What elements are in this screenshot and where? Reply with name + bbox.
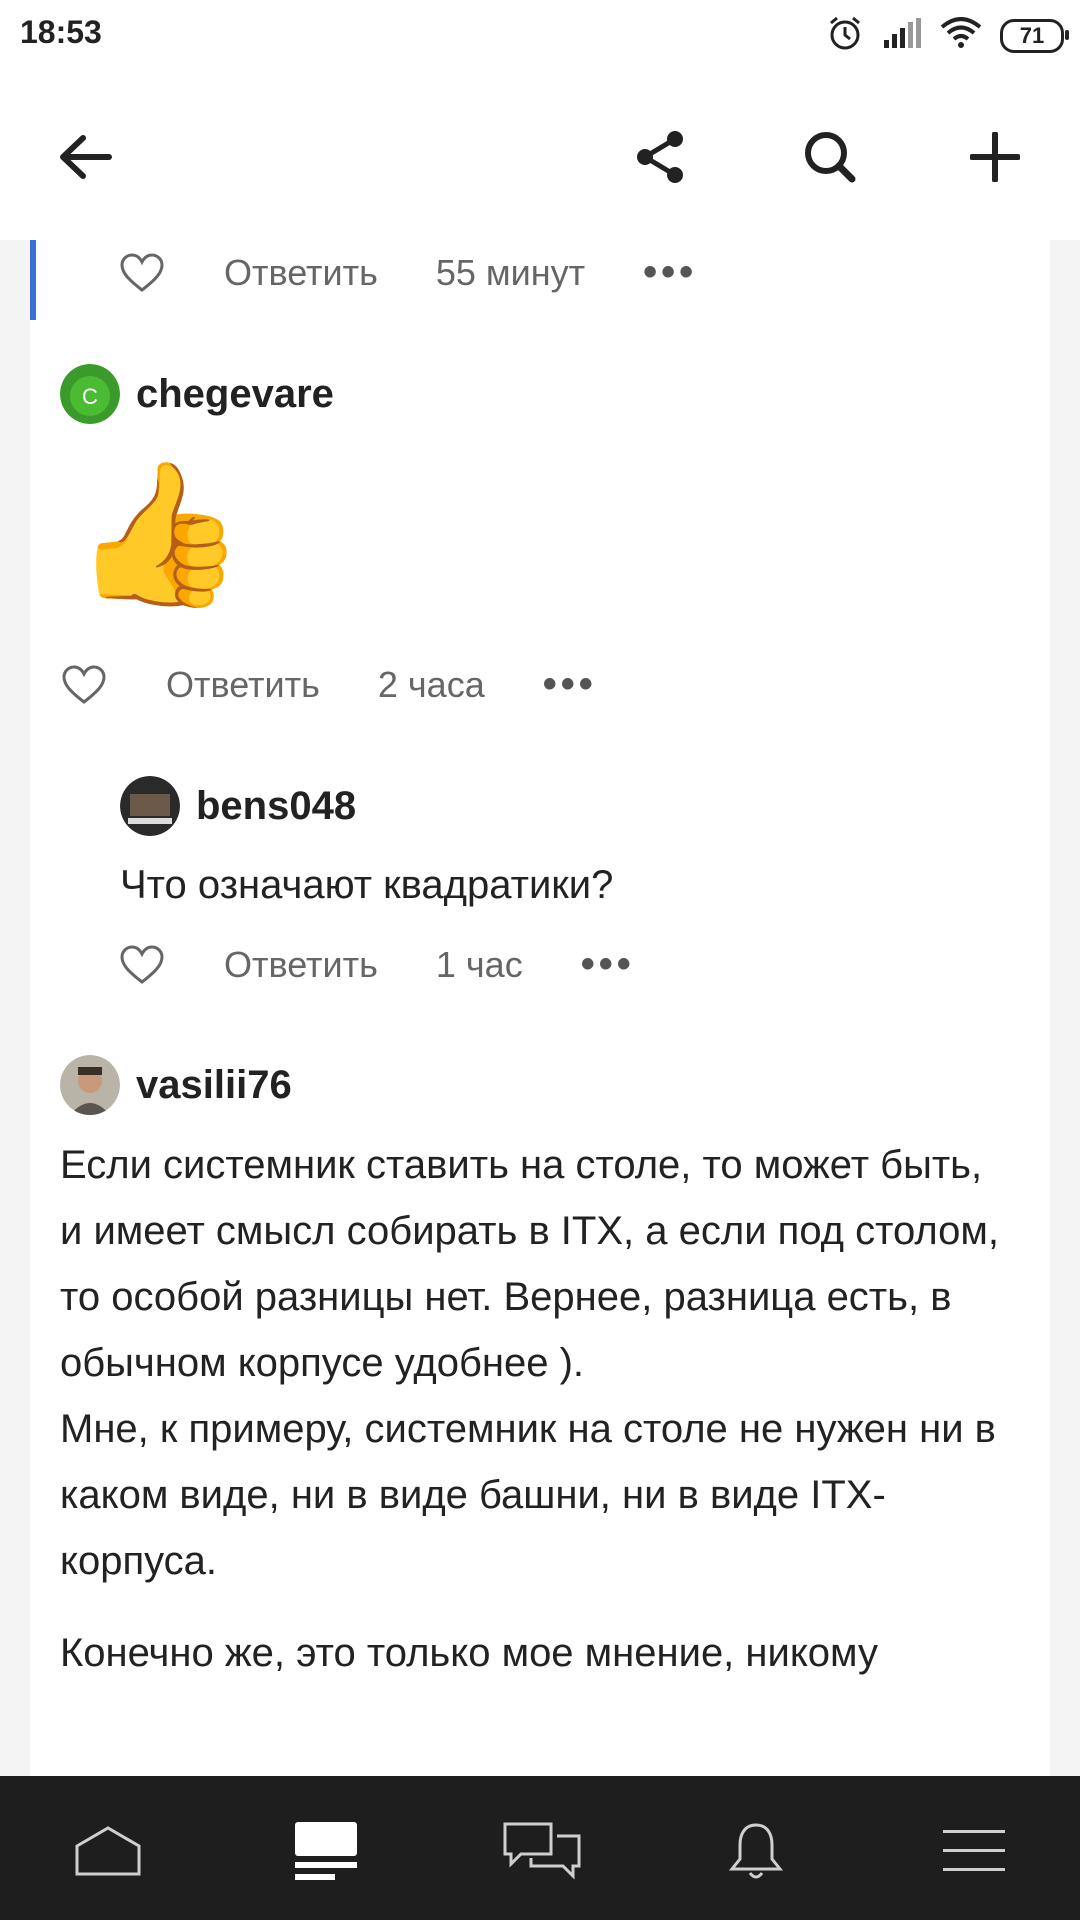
status-icons: 71 [826,14,1069,57]
thumbs-up-emoji: 👍 [72,455,247,612]
comments-feed[interactable]: Ответить 55 минут ••• C chegevare 👍 Отве… [0,240,1080,1776]
comment-text: Что означают квадратики? [120,863,614,907]
plus-icon[interactable] [960,122,1030,192]
comment-text: Если системник ставить на столе, то може… [60,1132,1010,1686]
bell-icon[interactable] [708,1816,804,1886]
reply-button[interactable]: Ответить [224,252,378,294]
comment-paragraph: Если системник ставить на столе, то може… [60,1143,1000,1385]
heart-icon[interactable] [60,664,108,706]
comment-actions: Ответить 55 минут ••• [118,250,697,295]
alarm-icon [826,14,864,57]
svg-text:C: C [82,384,98,409]
thread-indicator [30,240,36,320]
reply-button[interactable]: Ответить [224,944,378,986]
reply-button[interactable]: Ответить [166,664,320,706]
avatar[interactable] [120,776,180,836]
comment-time: 55 минут [435,251,586,293]
signal-icon [882,18,922,53]
heart-icon[interactable] [118,252,166,294]
back-arrow-icon[interactable] [50,122,120,192]
heart-icon[interactable] [118,944,166,986]
username[interactable]: chegevare [136,372,334,417]
bottom-navigation [0,1776,1080,1920]
menu-icon[interactable] [926,1816,1022,1886]
feed-icon[interactable] [278,1816,374,1886]
more-icon[interactable]: ••• [581,942,635,987]
wifi-icon [940,17,982,54]
search-icon[interactable] [795,122,865,192]
username[interactable]: vasilii76 [136,1063,292,1108]
share-icon[interactable] [625,122,695,192]
comment-actions: Ответить 2 часа ••• [60,662,597,707]
battery-icon: 71 [1000,18,1069,53]
comment-author[interactable]: bens048 [120,776,356,836]
home-icon[interactable] [60,1816,156,1886]
comment-paragraph: Мне, к примеру, системник на столе не ну… [60,1407,996,1583]
avatar[interactable] [60,1055,120,1115]
comment-paragraph: Конечно же, это только мое мнение, ником… [60,1631,878,1675]
chat-icon[interactable] [494,1816,590,1886]
more-icon[interactable]: ••• [643,250,697,295]
comment-author[interactable]: C chegevare [60,364,334,424]
app-bar [0,72,1080,240]
status-bar: 18:53 71 [0,0,1080,72]
comment-actions: Ответить 1 час ••• [118,942,635,987]
comment-author[interactable]: vasilii76 [60,1055,292,1115]
status-time: 18:53 [20,14,102,50]
avatar[interactable]: C [60,364,120,424]
comment-time: 2 часа [377,663,485,705]
comment-time: 1 час [435,943,523,985]
more-icon[interactable]: ••• [543,662,597,707]
username[interactable]: bens048 [196,784,356,829]
